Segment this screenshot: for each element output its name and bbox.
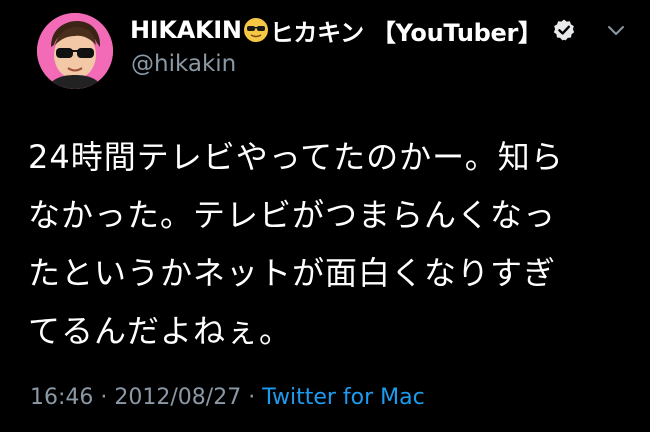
sunglasses-emoji-icon [243,17,269,43]
profile-avatar[interactable] [37,13,113,89]
author-display-name[interactable]: HIKAKIN [130,16,242,44]
tweet-date[interactable]: 2012/08/27 [114,385,241,410]
author-handle[interactable]: @hikakin [131,51,236,77]
avatar-image [37,13,113,89]
meta-separator: · [93,385,115,410]
tweet-text-line: 24時間テレビやってたのかー。知ら [28,138,564,176]
author-name-row[interactable]: HIKAKIN ヒカキン 【YouTuber】 [130,12,576,48]
tweet-text-line: たというかネットが面白くなりすぎ [28,254,557,292]
tweet-meta: 16:46 · 2012/08/27 · Twitter for Mac [30,385,425,410]
tweet-text-line: てるんだよねぇ。 [28,312,293,350]
tweet-card: HIKAKIN ヒカキン 【YouTuber】 @hikakin 24時間テレビ… [0,0,650,432]
verified-badge-icon [552,18,576,42]
meta-separator: · [241,385,263,410]
author-display-name-suffix[interactable]: ヒカキン 【YouTuber】 [270,13,542,48]
tweet-time[interactable]: 16:46 [30,385,93,410]
chevron-down-icon[interactable] [606,24,626,38]
tweet-source-link[interactable]: Twitter for Mac [262,385,425,410]
tweet-text: 24時間テレビやってたのかー。知ら なかった。テレビがつまらんくなっ たというか… [28,128,628,360]
tweet-text-line: なかった。テレビがつまらんくなっ [28,196,557,234]
